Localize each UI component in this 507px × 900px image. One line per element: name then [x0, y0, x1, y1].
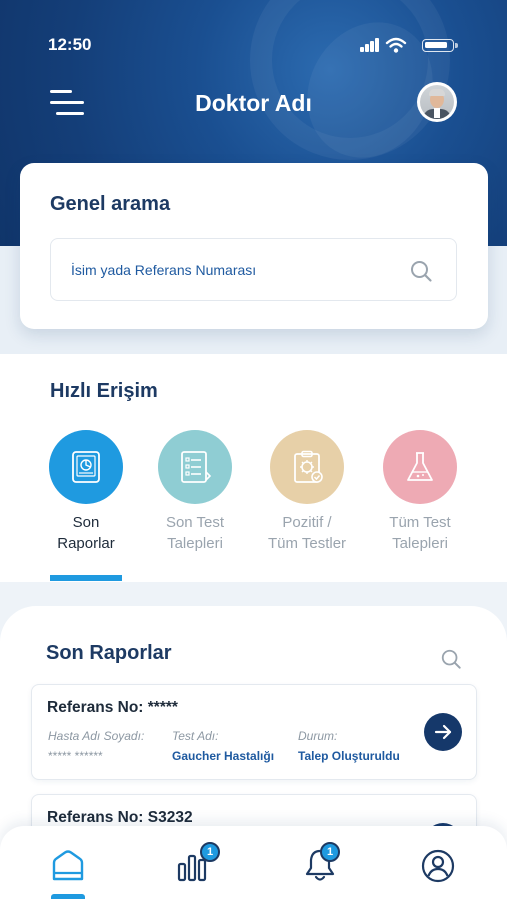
quick-item-label-line1: Son	[72, 514, 100, 531]
status-time: 12:50	[48, 35, 92, 54]
open-report-button[interactable]	[424, 713, 462, 751]
signal-icon	[360, 38, 380, 52]
quick-item-tum-test-talepleri[interactable]: Tüm Test Talepleri	[360, 430, 480, 554]
quick-item-label-line1: Pozitif /	[282, 514, 332, 531]
search-icon[interactable]	[409, 259, 433, 283]
wifi-icon	[385, 37, 407, 53]
notifications-badge: 1	[320, 842, 340, 862]
quick-item-circle	[383, 430, 457, 504]
patient-label: Hasta Adı Soyadı:	[48, 729, 145, 743]
status-label: Durum:	[298, 729, 338, 743]
search-icon[interactable]	[440, 648, 462, 670]
patient-value: ***** ******	[48, 749, 103, 763]
user-circle-icon	[421, 849, 455, 883]
battery-icon	[422, 39, 458, 52]
report-card[interactable]: Referans No: ***** Hasta Adı Soyadı: Tes…	[31, 684, 477, 780]
report-chart-icon	[72, 451, 100, 483]
arrow-right-icon	[434, 724, 452, 740]
quick-item-label-line1: Tüm Test	[389, 514, 451, 531]
test-value: Gaucher Hastalığı	[172, 749, 275, 763]
flask-icon	[407, 452, 433, 481]
quick-item-label-line2: Raporlar	[57, 535, 115, 552]
quick-item-label-line2: Tüm Testler	[267, 535, 347, 552]
report-reference: Referans No: S3232	[47, 809, 193, 826]
quick-item-son-raporlar[interactable]: Son Raporlar	[26, 430, 146, 554]
quick-item-label-line1: Son Test	[165, 514, 225, 531]
stats-badge: 1	[200, 842, 220, 862]
quick-item-circle	[270, 430, 344, 504]
nav-profile[interactable]	[418, 846, 458, 886]
clipboard-virus-icon	[294, 450, 323, 483]
search-card: Genel arama	[20, 163, 488, 329]
quick-item-circle	[49, 430, 123, 504]
search-title: Genel arama	[50, 193, 171, 215]
quick-item-pozitif-tum-testler[interactable]: Pozitif / Tüm Testler	[247, 430, 367, 554]
nav-notifications[interactable]: 1	[300, 842, 340, 886]
recent-reports-title: Son Raporlar	[46, 642, 172, 664]
quick-item-circle	[158, 430, 232, 504]
quick-item-label-line2: Talepleri	[167, 535, 223, 552]
home-icon	[52, 850, 84, 881]
search-box[interactable]	[50, 238, 457, 301]
quick-access-title: Hızlı Erişim	[50, 380, 158, 402]
avatar[interactable]	[417, 82, 457, 122]
report-reference: Referans No: *****	[47, 699, 178, 716]
status-bar: 12:50	[0, 30, 507, 62]
nav-stats[interactable]: 1	[175, 842, 220, 886]
nav-active-indicator	[51, 894, 85, 899]
test-label: Test Adı:	[172, 729, 219, 743]
quick-item-son-test-talepleri[interactable]: Son Test Talepleri	[135, 430, 255, 554]
nav-home[interactable]	[48, 846, 88, 886]
active-tab-indicator	[50, 575, 122, 581]
status-value: Talep Oluşturuldu	[298, 749, 400, 763]
quick-item-label-line2: Talepleri	[392, 535, 448, 552]
bottom-nav: 1 1	[0, 826, 507, 900]
search-input[interactable]	[71, 239, 401, 300]
quick-access-section: Hızlı Erişim Son Raporlar Son Test Talep…	[0, 354, 507, 582]
checklist-icon	[181, 451, 212, 483]
